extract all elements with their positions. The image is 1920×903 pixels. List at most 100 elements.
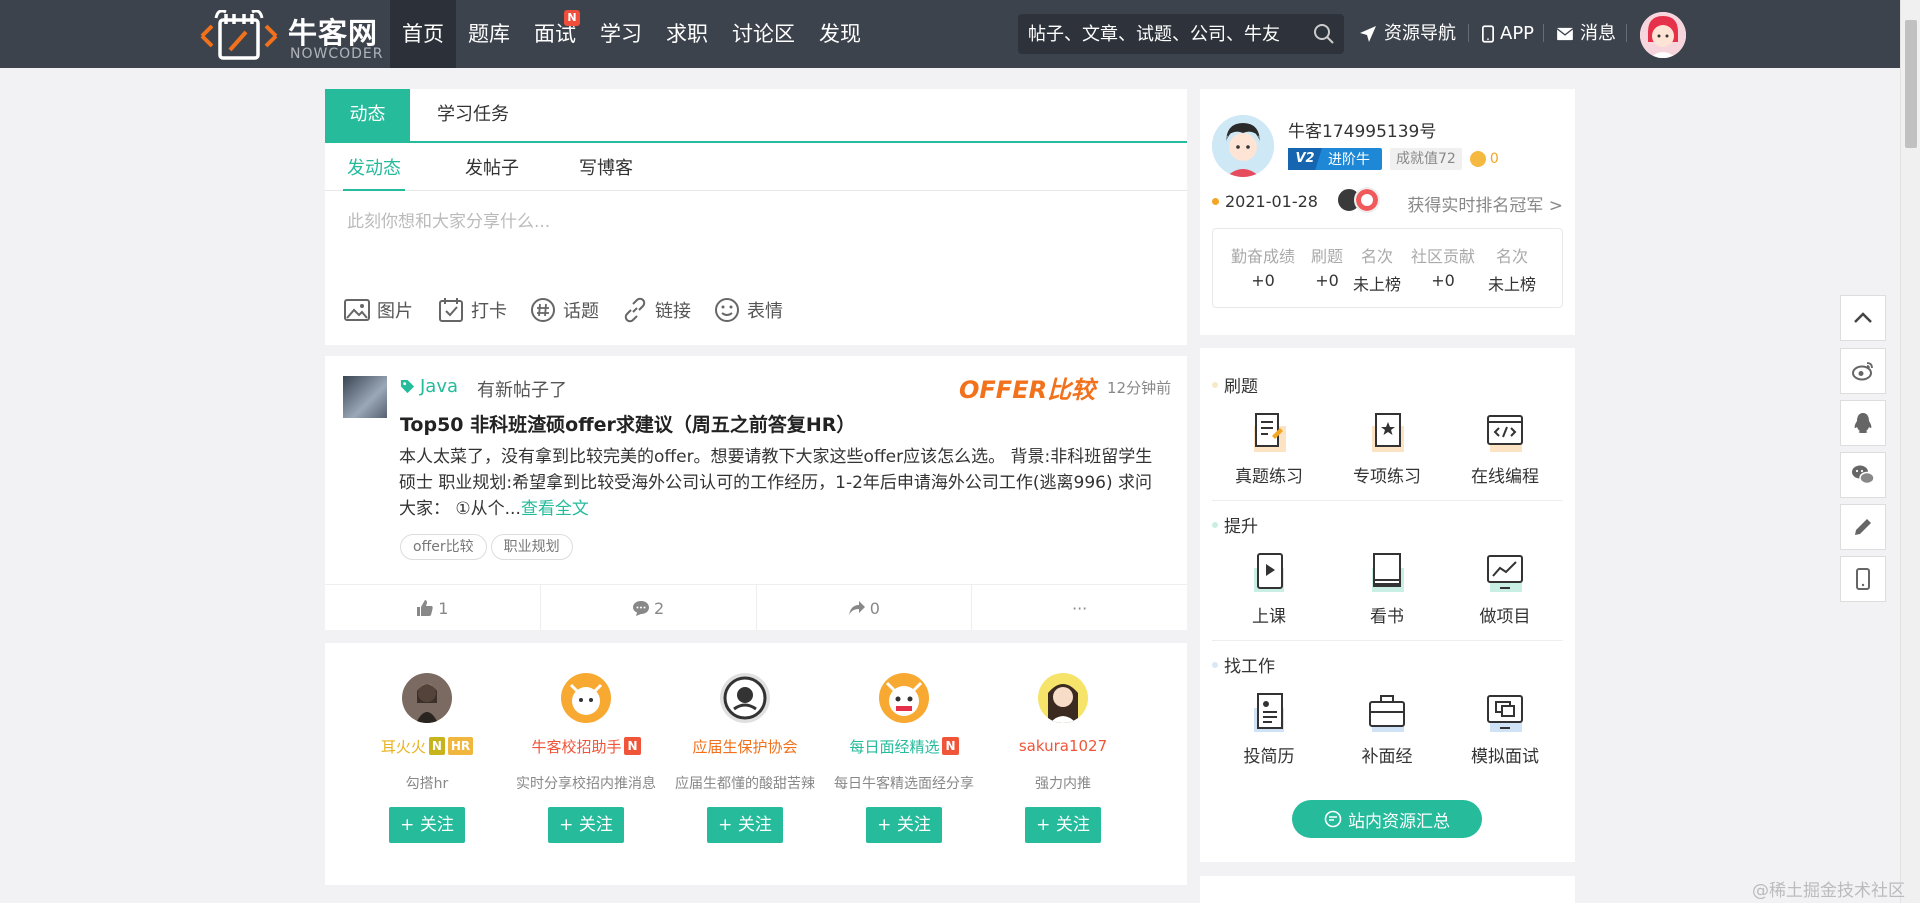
share-interview-experience[interactable]: 补面经 — [1332, 690, 1442, 767]
mock-interview[interactable]: 模拟面试 — [1450, 690, 1560, 767]
follow-button[interactable]: + 关注 — [548, 807, 624, 843]
messages-link[interactable]: 消息 — [1556, 20, 1616, 48]
tab-write-blog[interactable]: 写博客 — [579, 143, 633, 191]
post-tag[interactable]: offer比较 — [400, 534, 487, 560]
search-input[interactable] — [1028, 20, 1298, 48]
comment-button[interactable]: 2 — [541, 585, 757, 631]
dot-icon — [1212, 198, 1219, 205]
weibo-share-button[interactable] — [1840, 348, 1886, 394]
offer-compare-logo: OFFER比较 — [959, 376, 1096, 404]
online-coding[interactable]: 在线编程 — [1450, 410, 1560, 487]
comment-icon — [633, 601, 650, 616]
nav-learn[interactable]: 学习 — [588, 0, 654, 68]
nav-interview[interactable]: 面试 N — [522, 0, 588, 68]
section-label: 找工作 — [1224, 657, 1275, 677]
rank-link[interactable]: 获得实时排名冠军 > — [1407, 191, 1563, 216]
mobile-app-button[interactable] — [1840, 556, 1886, 602]
image-tool[interactable]: 图片 — [343, 295, 413, 325]
post-excerpt: 本人太菜了，没有拿到比较完美的offer。想要请教下大家这些offer应该怎么选… — [399, 447, 1153, 519]
share-icon — [848, 601, 865, 615]
search-icon[interactable] — [1312, 22, 1336, 46]
post-title[interactable]: Top50 非科班渣硕offer求建议（周五之前答复HR） — [400, 410, 855, 437]
page-scrollbar[interactable] — [1900, 0, 1920, 903]
emoji-tool[interactable]: 表情 — [713, 295, 783, 325]
tab-post-thread[interactable]: 发帖子 — [465, 143, 519, 191]
item-label: 专项练习 — [1353, 467, 1421, 487]
coin-balance[interactable]: 0 — [1469, 151, 1499, 167]
scrollbar-thumb[interactable] — [1905, 20, 1917, 148]
post-thumbnail[interactable] — [343, 376, 387, 418]
nav-discuss[interactable]: 讨论区 — [720, 0, 807, 68]
more-actions-button[interactable]: ··· — [972, 585, 1187, 631]
post-tag[interactable]: 职业规划 — [490, 534, 573, 560]
user-name[interactable]: 耳火火 — [381, 736, 426, 757]
user-description: 每日牛客精选面经分享 — [834, 776, 974, 792]
take-course[interactable]: 上课 — [1214, 550, 1324, 627]
user-name[interactable]: sakura1027 — [1019, 737, 1107, 755]
nav-jobs[interactable]: 求职 — [654, 0, 720, 68]
resume-icon — [1254, 693, 1284, 732]
composer-textarea[interactable] — [347, 207, 1167, 267]
tab-learning-tasks[interactable]: 学习任务 — [437, 89, 509, 141]
checkin-tool[interactable]: 打卡 — [437, 295, 507, 325]
post-body: 本人太菜了，没有拿到比较完美的offer。想要请教下大家这些offer应该怎么选… — [399, 444, 1159, 522]
thumbs-up-icon — [417, 600, 433, 616]
profile-username[interactable]: 牛客174995139号 — [1288, 117, 1436, 142]
user-name[interactable]: 每日面经精选 — [849, 736, 939, 757]
nav-question-bank[interactable]: 题库 — [456, 0, 522, 68]
follow-button[interactable]: + 关注 — [389, 807, 465, 843]
divider — [1212, 500, 1563, 501]
wechat-share-button[interactable] — [1840, 452, 1886, 498]
stat-label: 社区贡献 — [1411, 247, 1476, 266]
recommended-user-card: 每日面经精选 N 每日牛客精选面经分享 + 关注 — [826, 673, 982, 843]
achievement-value: 成就值72 — [1390, 148, 1462, 170]
divider — [1626, 24, 1627, 42]
follow-button[interactable]: + 关注 — [1025, 807, 1101, 843]
profile-avatar[interactable] — [1212, 115, 1274, 177]
submit-resume[interactable]: 投简历 — [1214, 690, 1324, 767]
tab-dynamic[interactable]: 动态 — [325, 89, 410, 141]
section-title-practice: 刷题 — [1212, 372, 1258, 397]
back-to-top-button[interactable] — [1840, 295, 1886, 341]
nowcoder-logo[interactable]: 牛客网 NOWCODER — [198, 6, 386, 64]
link-tool[interactable]: 链接 — [621, 295, 691, 325]
read-more-link[interactable]: 查看全文 — [521, 499, 589, 519]
real-exam-practice[interactable]: 真题练习 — [1214, 410, 1324, 487]
topic-practice[interactable]: 专项练习 — [1332, 410, 1442, 487]
read-books[interactable]: 看书 — [1332, 550, 1442, 627]
site-resources-button[interactable]: 站内资源汇总 — [1292, 800, 1482, 838]
app-link[interactable]: APP — [1482, 20, 1534, 48]
follow-button[interactable]: + 关注 — [707, 807, 783, 843]
topic-tool[interactable]: 话题 — [529, 295, 599, 325]
level-badge[interactable]: V2 进阶牛 — [1288, 148, 1382, 170]
divider — [1468, 24, 1469, 42]
do-projects[interactable]: 做项目 — [1450, 550, 1560, 627]
user-avatar[interactable] — [720, 673, 770, 723]
tag-icon — [400, 379, 415, 394]
avatar-image — [402, 673, 452, 723]
user-avatar[interactable] — [1038, 673, 1088, 723]
user-avatar[interactable] — [561, 673, 611, 723]
user-name-row: 耳火火 N HR — [349, 735, 505, 757]
nav-discover[interactable]: 发现 — [807, 0, 873, 68]
practice-panel: 刷题 真题练习 专项练习 在线编程 提升 上课 看书 做项目 找工作 投简历 补… — [1200, 348, 1575, 862]
dot-icon — [1212, 381, 1218, 388]
share-button[interactable]: 0 — [757, 585, 973, 631]
user-avatar[interactable] — [879, 673, 929, 723]
resources-nav-link[interactable]: 资源导航 — [1358, 20, 1456, 48]
user-avatar[interactable] — [402, 673, 452, 723]
follow-button[interactable]: + 关注 — [866, 807, 942, 843]
stat-label: 刷题 — [1311, 247, 1344, 266]
nav-home[interactable]: 首页 — [390, 0, 456, 68]
user-name[interactable]: 应届生保护协会 — [692, 736, 797, 757]
user-avatar[interactable] — [1640, 12, 1686, 58]
post-topic[interactable]: Java — [400, 376, 458, 397]
friend-avatars[interactable] — [1336, 187, 1380, 213]
feedback-button[interactable] — [1840, 504, 1886, 550]
qq-share-button[interactable] — [1840, 400, 1886, 446]
tab-post-dynamic[interactable]: 发动态 — [343, 143, 405, 191]
divider — [1212, 640, 1563, 641]
calendar-check-icon — [439, 298, 463, 322]
like-button[interactable]: 1 — [325, 585, 541, 631]
user-name[interactable]: 牛客校招助手 — [531, 736, 621, 757]
